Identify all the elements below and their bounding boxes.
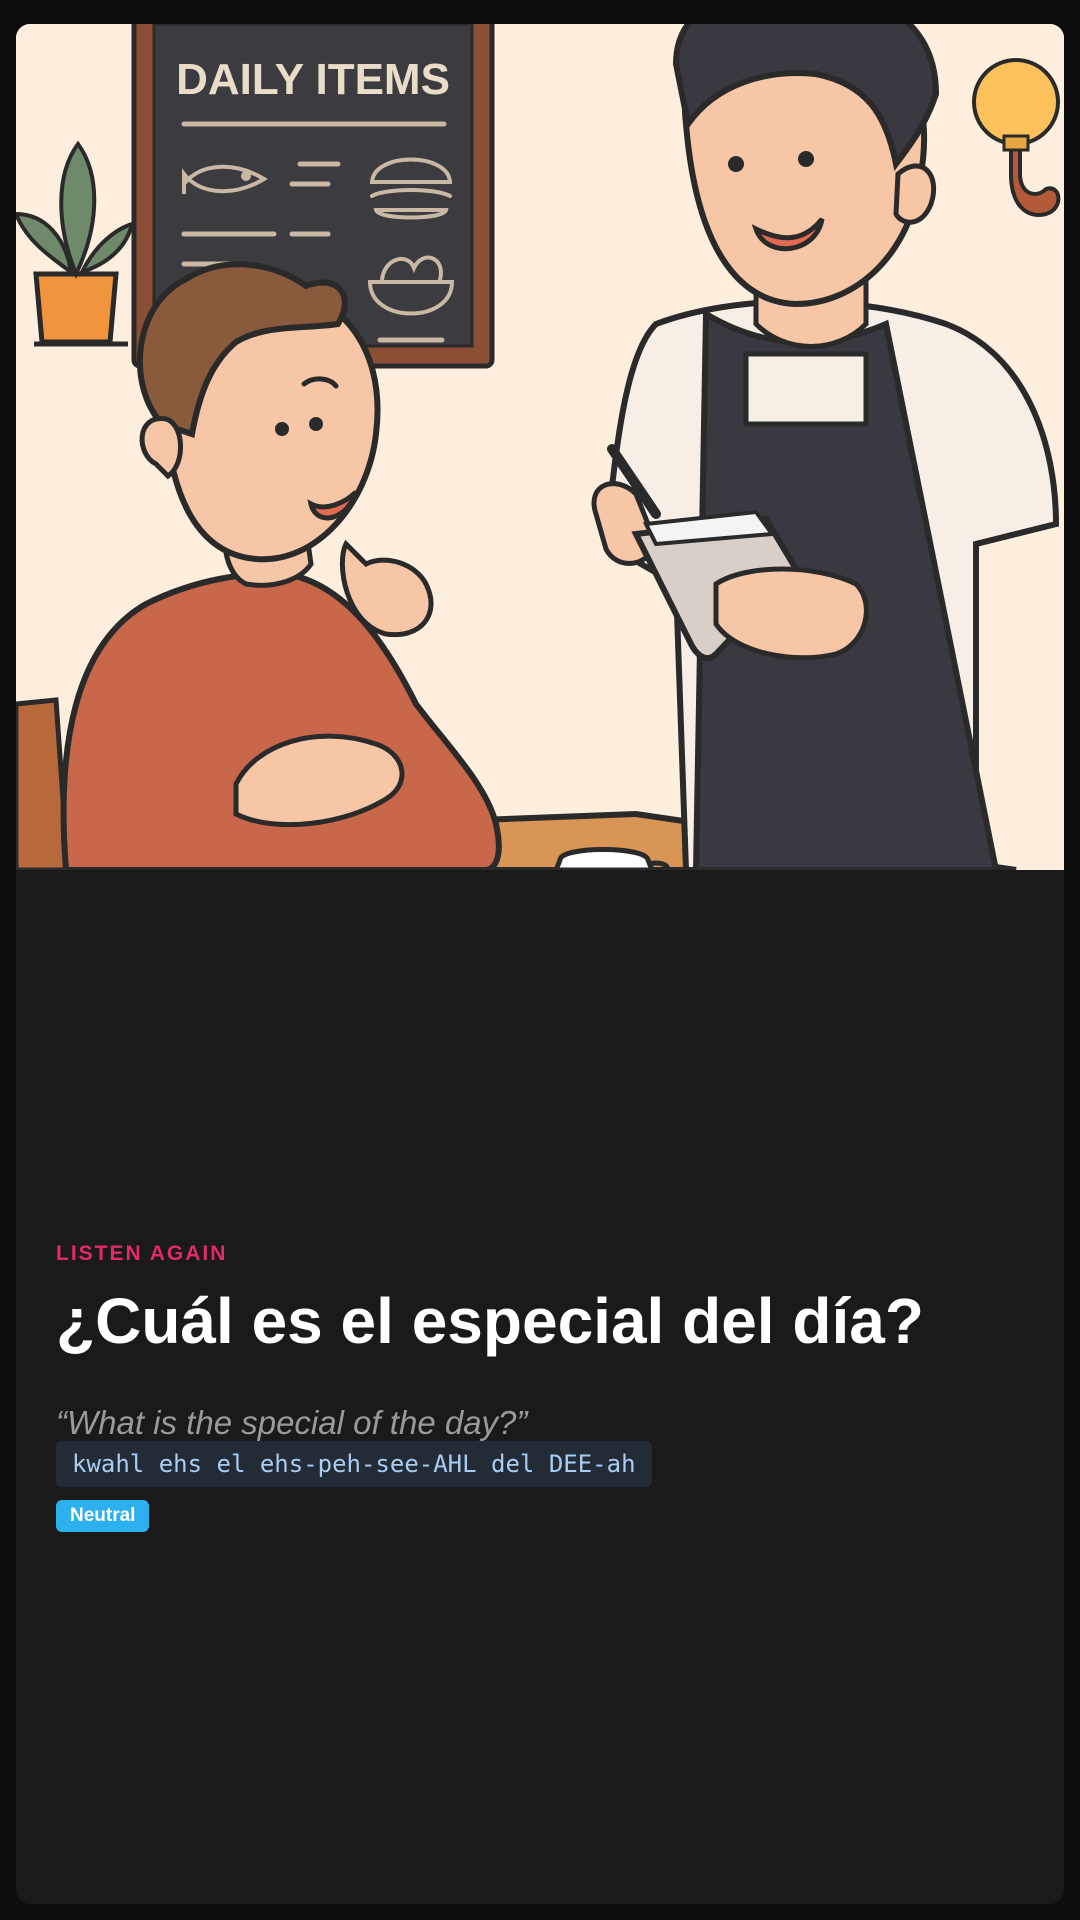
listen-again-label: LISTEN AGAIN: [56, 1242, 228, 1265]
lesson-card: DAILY ITEMS LISTEN AGAIN ¿Cuál es el esp…: [16, 24, 1064, 1904]
pronunciation-guide: kwahl ehs el ehs-peh-see-AHL del DEE-ah: [56, 1441, 652, 1487]
scene-illustration: DAILY ITEMS: [16, 24, 1064, 870]
phrase-translation: “What is the special of the day?”: [56, 1404, 528, 1441]
menu-board-title: DAILY ITEMS: [176, 55, 450, 104]
target-phrase: ¿Cuál es el especial del día?: [56, 1285, 924, 1357]
register-badge: Neutral: [56, 1500, 150, 1532]
